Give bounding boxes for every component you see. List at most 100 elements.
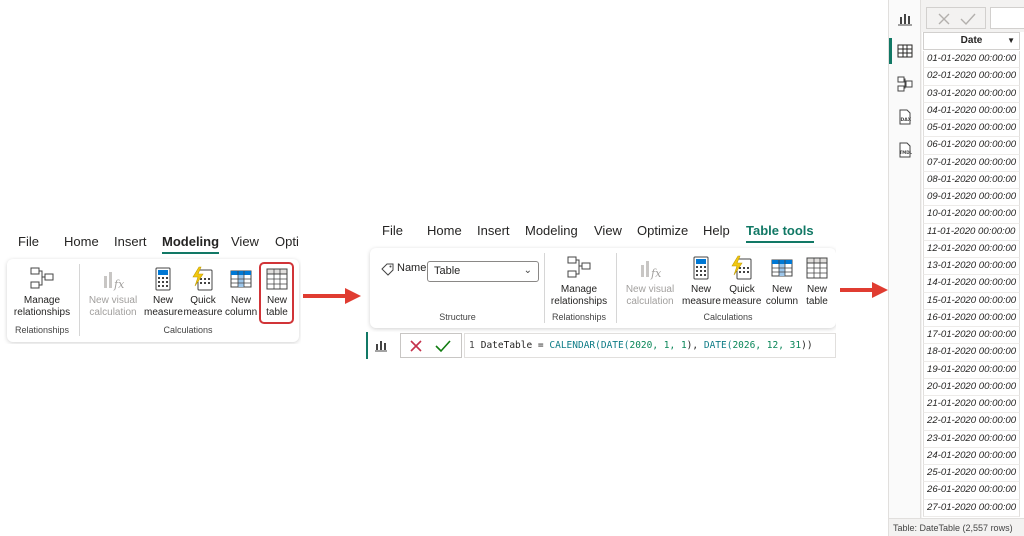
- commit-formula-icon[interactable]: [435, 339, 451, 353]
- new-table-highlight: [259, 262, 294, 324]
- table-row[interactable]: 14-01-2020 00:00:00: [923, 275, 1020, 293]
- new-measure-button[interactable]: New measure: [682, 255, 721, 308]
- modeling-ribbon-panel: File Home Insert Modeling View Opti Mana…: [0, 226, 301, 344]
- tab-view[interactable]: View: [231, 234, 259, 249]
- svg-text:fx: fx: [650, 267, 662, 280]
- table-row[interactable]: 10-01-2020 00:00:00: [923, 206, 1020, 224]
- quick-measure-icon: [192, 266, 213, 291]
- group-label-calculations: Calculations: [703, 312, 753, 322]
- right-arrow-icon: [303, 288, 361, 304]
- report-view-icon-container: [366, 332, 394, 359]
- tab-modeling[interactable]: Modeling: [162, 234, 220, 254]
- tab-home[interactable]: Home: [427, 223, 462, 238]
- new-visual-calculation-button[interactable]: fx New visual calculation: [620, 255, 680, 308]
- new-column-button[interactable]: New column: [764, 255, 800, 308]
- group-label-relationships: Relationships: [551, 312, 607, 322]
- table-row[interactable]: 26-01-2020 00:00:00: [923, 482, 1020, 500]
- tab-file[interactable]: File: [18, 234, 39, 249]
- quick-measure-button[interactable]: Quick measure: [182, 266, 224, 319]
- new-table-icon: [806, 257, 828, 279]
- table-view-panel: DAX TMDL Date ▼ 01-01-2020 00:00:00 02-01…: [888, 0, 1024, 536]
- data-grid: Date ▼ 01-01-2020 00:00:00 02-01-2020 00:…: [922, 32, 1024, 518]
- tab-modeling[interactable]: Modeling: [525, 223, 578, 238]
- group-divider: [616, 253, 617, 323]
- ribbon-tabs: File Home Insert Modeling View Optimize …: [366, 223, 836, 245]
- formula-bar: 1 DateTable = CALENDAR(DATE(2020, 1, 1), …: [366, 332, 836, 359]
- model-view-icon[interactable]: [897, 76, 913, 92]
- visual-calculation-icon: fx: [641, 261, 662, 280]
- name-label: Name: [397, 262, 427, 274]
- table-row[interactable]: 19-01-2020 00:00:00: [923, 361, 1020, 379]
- svg-text:TMDL: TMDL: [900, 150, 913, 155]
- column-dropdown-icon[interactable]: ▼: [1007, 33, 1015, 49]
- formula-commit-controls: [926, 7, 986, 29]
- formula-bar: [922, 5, 1024, 29]
- tab-optimize[interactable]: Optimize: [637, 223, 688, 238]
- formula-input[interactable]: [990, 7, 1024, 29]
- column-header-date[interactable]: Date ▼: [923, 32, 1020, 50]
- tab-table-tools[interactable]: Table tools: [746, 223, 814, 243]
- table-row[interactable]: 13-01-2020 00:00:00: [923, 258, 1020, 276]
- new-measure-button[interactable]: New measure: [144, 266, 183, 319]
- table-row[interactable]: 12-01-2020 00:00:00: [923, 240, 1020, 258]
- tab-view[interactable]: View: [594, 223, 622, 238]
- chevron-down-icon: ⌄: [523, 265, 532, 276]
- report-view-icon[interactable]: [374, 338, 388, 352]
- table-row[interactable]: 03-01-2020 00:00:00: [923, 85, 1020, 103]
- tag-icon: [381, 263, 394, 276]
- report-view-icon[interactable]: [897, 10, 913, 26]
- new-visual-calculation-button[interactable]: fx New visual calculation: [83, 266, 143, 319]
- tab-file[interactable]: File: [382, 223, 403, 238]
- table-row[interactable]: 02-01-2020 00:00:00: [923, 68, 1020, 86]
- table-row[interactable]: 22-01-2020 00:00:00: [923, 413, 1020, 431]
- manage-relationships-button[interactable]: Manage relationships: [9, 266, 75, 319]
- formula-input[interactable]: 1 DateTable = CALENDAR(DATE(2020, 1, 1), …: [464, 333, 836, 358]
- tab-optimize[interactable]: Opti: [275, 234, 299, 249]
- group-divider: [79, 264, 80, 336]
- table-row[interactable]: 16-01-2020 00:00:00: [923, 309, 1020, 327]
- table-row[interactable]: 20-01-2020 00:00:00: [923, 378, 1020, 396]
- table-row[interactable]: 05-01-2020 00:00:00: [923, 120, 1020, 138]
- quick-measure-icon: [731, 255, 752, 280]
- table-row[interactable]: 01-01-2020 00:00:00: [923, 51, 1020, 69]
- ribbon-tabs: File Home Insert Modeling View Opti: [0, 234, 301, 256]
- relationships-icon: [567, 256, 591, 278]
- cancel-formula-icon[interactable]: [409, 339, 423, 353]
- table-row[interactable]: 17-01-2020 00:00:00: [923, 327, 1020, 345]
- table-row[interactable]: 18-01-2020 00:00:00: [923, 344, 1020, 362]
- table-row[interactable]: 11-01-2020 00:00:00: [923, 223, 1020, 241]
- table-view-icon[interactable]: [889, 38, 913, 64]
- table-row[interactable]: 04-01-2020 00:00:00: [923, 102, 1020, 120]
- group-divider: [544, 253, 545, 323]
- table-row[interactable]: 24-01-2020 00:00:00: [923, 447, 1020, 465]
- manage-relationships-button[interactable]: Manage relationships: [546, 255, 612, 308]
- tab-help[interactable]: Help: [703, 223, 730, 238]
- table-row[interactable]: 09-01-2020 00:00:00: [923, 189, 1020, 207]
- ribbon: Name Table ⌄ Structure Manage relationsh…: [370, 248, 836, 328]
- group-label-calculations: Calculations: [163, 325, 213, 335]
- dax-query-view-icon[interactable]: DAX: [897, 109, 913, 125]
- svg-text:DAX: DAX: [901, 117, 912, 123]
- table-row[interactable]: 15-01-2020 00:00:00: [923, 292, 1020, 310]
- calculator-icon: [693, 256, 709, 280]
- table-row[interactable]: 08-01-2020 00:00:00: [923, 171, 1020, 189]
- table-row[interactable]: 21-01-2020 00:00:00: [923, 396, 1020, 414]
- table-row[interactable]: 06-01-2020 00:00:00: [923, 137, 1020, 155]
- tab-insert[interactable]: Insert: [114, 234, 147, 249]
- table-tools-ribbon-panel: File Home Insert Modeling View Optimize …: [366, 211, 836, 359]
- tmdl-view-icon[interactable]: TMDL: [897, 142, 913, 158]
- table-row[interactable]: 23-01-2020 00:00:00: [923, 430, 1020, 448]
- status-bar: Table: DateTable (2,557 rows): [889, 518, 1024, 536]
- new-table-button[interactable]: New table: [800, 255, 834, 308]
- table-row[interactable]: 27-01-2020 00:00:00: [923, 499, 1020, 517]
- table-row[interactable]: 25-01-2020 00:00:00: [923, 465, 1020, 483]
- quick-measure-button[interactable]: Quick measure: [721, 255, 763, 308]
- table-name-select[interactable]: Table ⌄: [427, 261, 539, 282]
- commit-formula-icon[interactable]: [960, 12, 976, 26]
- tab-insert[interactable]: Insert: [477, 223, 510, 238]
- cancel-formula-icon[interactable]: [937, 12, 951, 26]
- new-column-button[interactable]: New column: [225, 266, 257, 319]
- visual-calculation-icon: fx: [104, 272, 125, 291]
- tab-home[interactable]: Home: [64, 234, 99, 249]
- table-row[interactable]: 07-01-2020 00:00:00: [923, 154, 1020, 172]
